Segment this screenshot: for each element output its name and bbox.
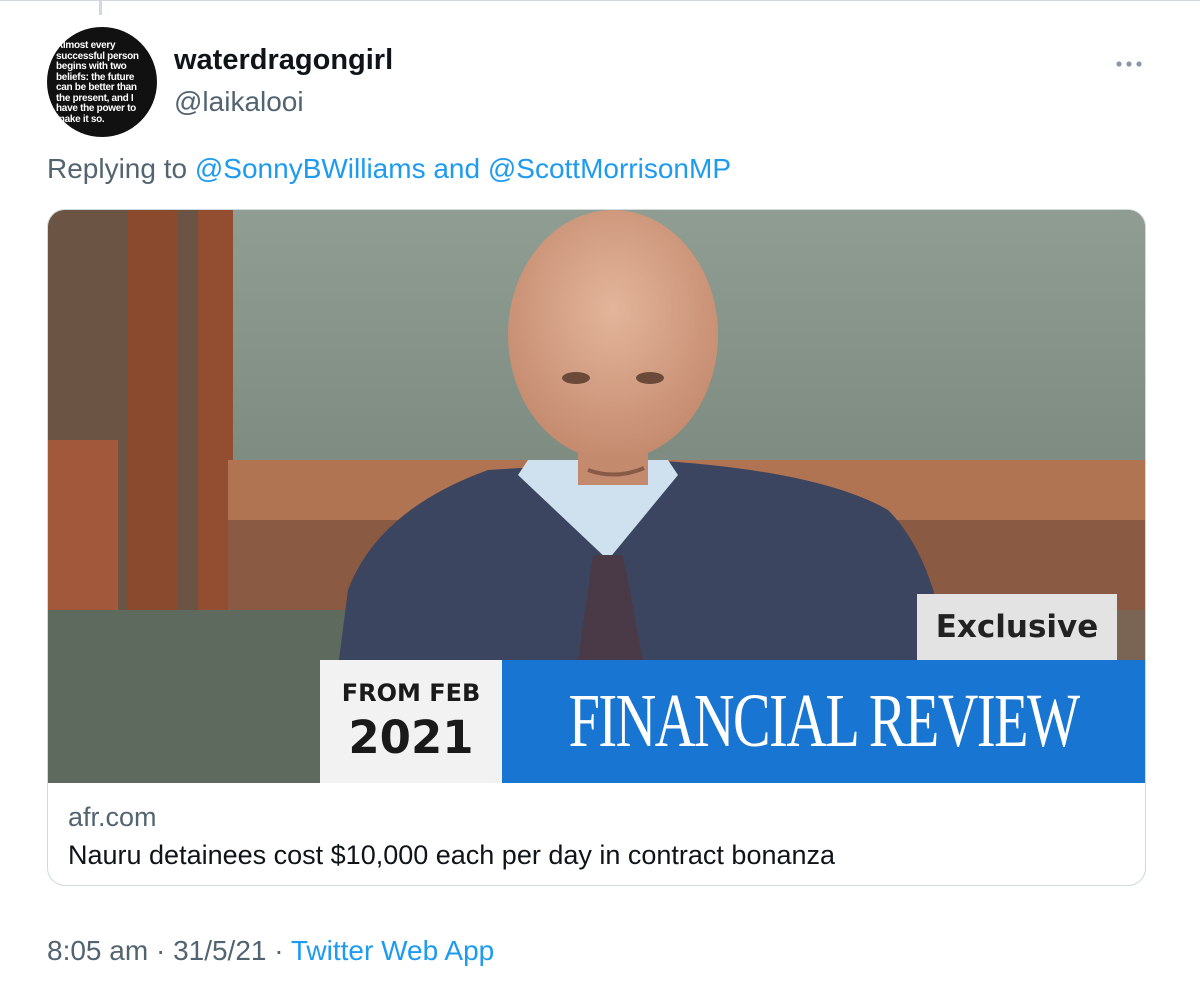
reply-prefix: Replying to [47, 153, 188, 184]
card-title: Nauru detainees cost $10,000 each per da… [68, 840, 836, 870]
masthead-text: FINANCIAL REVIEW [568, 679, 1080, 763]
date-box: FROM FEB 2021 [320, 660, 502, 783]
replying-to-line: Replying to @SonnyBWilliams and @ScottMo… [47, 153, 731, 185]
avatar-quote-text: Almost every successful person begins wi… [56, 40, 139, 125]
mention-scottmorrisonmp[interactable]: @ScottMorrisonMP [488, 153, 731, 184]
top-divider [0, 0, 1200, 1]
exclusive-badge: Exclusive [917, 594, 1117, 660]
tweet-date[interactable]: 31/5/21 [173, 935, 266, 966]
timestamp-separator: · [274, 935, 284, 966]
source-app-link[interactable]: Twitter Web App [291, 935, 494, 966]
ellipsis-icon[interactable] [1113, 52, 1145, 76]
financial-review-masthead: FINANCIAL REVIEW [502, 660, 1145, 783]
date-box-year: 2021 [348, 711, 474, 764]
reply-conjunction: and [433, 153, 481, 184]
date-box-month: FROM FEB [341, 679, 481, 707]
link-preview-card[interactable]: Exclusive FROM FEB 2021 FINANCIAL REVIEW… [47, 209, 1146, 886]
avatar[interactable]: Almost every successful person begins wi… [47, 27, 157, 137]
mention-sonnybwilliams[interactable]: @SonnyBWilliams [195, 153, 426, 184]
thread-connector-line [99, 0, 102, 15]
user-handle[interactable]: @laikalooi [174, 86, 304, 118]
tweet-timestamp: 8:05 am · 31/5/21 · Twitter Web App [47, 935, 494, 967]
tweet-time[interactable]: 8:05 am [47, 935, 148, 966]
timestamp-separator: · [155, 935, 166, 966]
card-domain: afr.com [68, 802, 157, 832]
display-name[interactable]: waterdragongirl [174, 44, 393, 77]
